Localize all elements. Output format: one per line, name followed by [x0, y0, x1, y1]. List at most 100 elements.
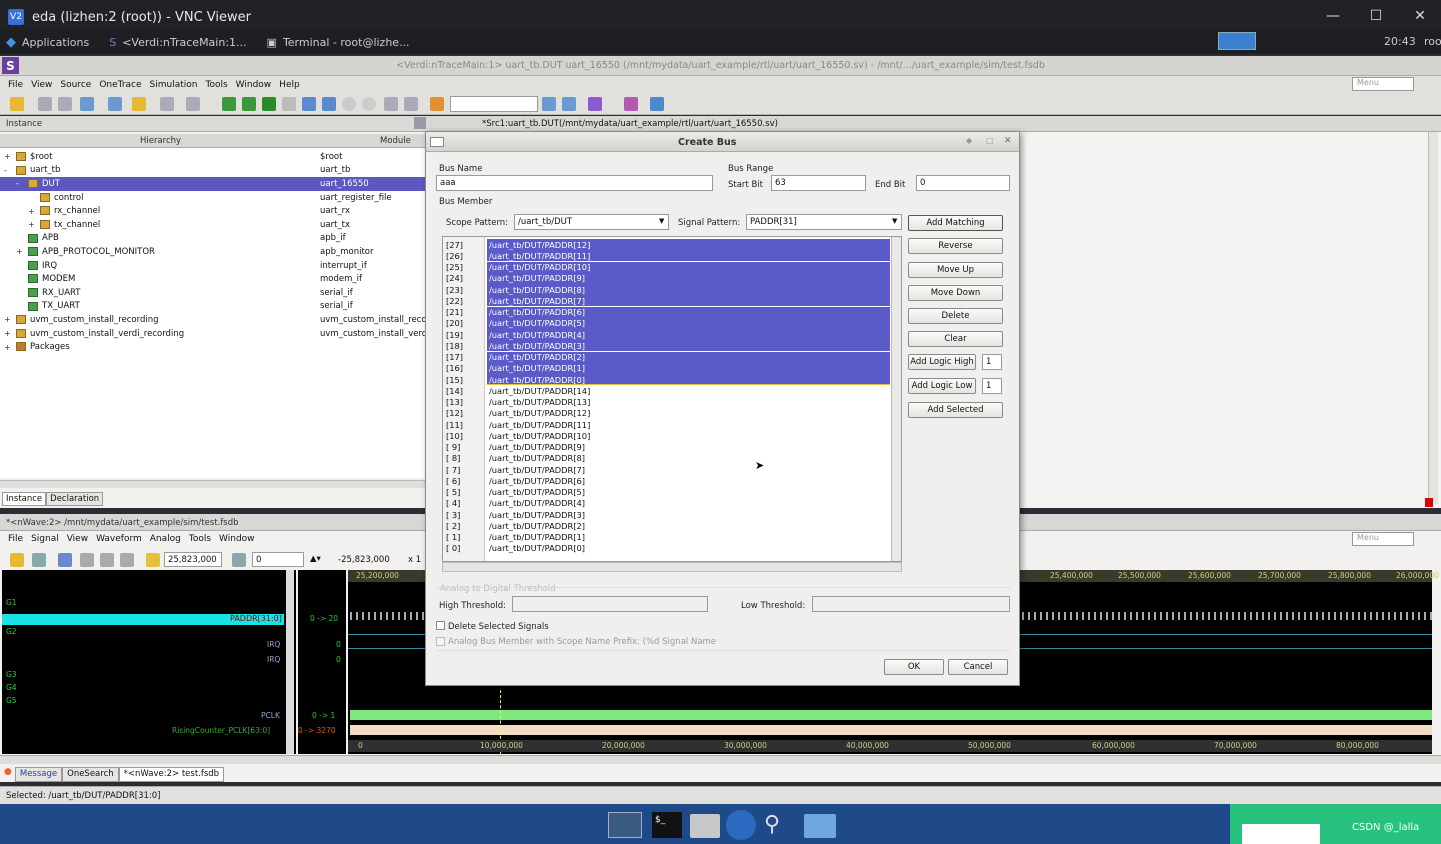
tab-nwave[interactable]: *<nWave:2> test.fsdb — [118, 767, 225, 782]
menu-file[interactable]: File — [8, 80, 23, 90]
cursor-icon[interactable] — [146, 553, 160, 567]
signal-irq-1[interactable]: IRQ — [267, 640, 280, 649]
menu-search-box[interactable]: Menu — [1352, 77, 1414, 91]
nwave-reload-icon[interactable] — [32, 553, 46, 567]
dialog-maximize-icon[interactable]: □ — [986, 136, 994, 145]
group-g4[interactable]: G4 — [6, 683, 17, 692]
search-icon[interactable] — [542, 97, 556, 111]
logic-high-count[interactable]: 1 — [982, 354, 1002, 370]
driver-icon[interactable] — [222, 97, 236, 111]
dialog-help-icon[interactable]: ◆ — [966, 136, 972, 145]
nwave-copy-icon[interactable] — [100, 553, 114, 567]
member-signal[interactable]: /uart_tb/DUT/PADDR[6] — [487, 475, 890, 486]
folder-icon[interactable] — [132, 97, 146, 111]
source-icon[interactable] — [58, 97, 72, 111]
schematic-icon[interactable] — [404, 97, 418, 111]
menu-tools[interactable]: Tools — [206, 80, 228, 90]
tree-row[interactable]: MODEM modem_if — [0, 272, 425, 286]
maximize-icon[interactable]: ☐ — [1361, 8, 1391, 24]
add-logic-high-button[interactable]: Add Logic High — [908, 354, 976, 370]
expand-toggle-icon[interactable]: + — [28, 220, 35, 229]
member-vscrollbar[interactable] — [891, 237, 901, 561]
tree-row[interactable]: + rx_channel uart_rx — [0, 204, 425, 218]
scope-dropdown-icon[interactable]: ▼ — [659, 217, 664, 225]
hierarchy-icon[interactable] — [38, 97, 52, 111]
signal-pclk[interactable]: PCLK — [261, 711, 280, 720]
group-g2[interactable]: G2 — [6, 627, 17, 636]
col-hierarchy[interactable]: Hierarchy — [140, 136, 181, 146]
expand-toggle-icon[interactable]: + — [4, 315, 11, 324]
signal-name-panel[interactable]: PADDR[31:0] G1 G2 IRQ IRQ G3 G4 G5 PCLK … — [2, 570, 296, 754]
next-icon[interactable] — [322, 97, 336, 111]
member-signal[interactable]: /uart_tb/DUT/PADDR[4] — [487, 329, 890, 341]
group-g3[interactable]: G3 — [6, 670, 17, 679]
tab-instance[interactable]: Instance — [2, 492, 47, 506]
end-bit-input[interactable]: 0 — [916, 175, 1010, 191]
tree-row[interactable]: - DUT uart_16550 — [0, 177, 425, 191]
signal-irq-2[interactable]: IRQ — [267, 655, 280, 664]
group-g5[interactable]: G5 — [6, 696, 17, 705]
instance-hscrollbar[interactable] — [0, 480, 425, 488]
sync-icon[interactable] — [650, 97, 664, 111]
add-logic-low-button[interactable]: Add Logic Low — [908, 378, 976, 394]
back-arrow-icon[interactable] — [262, 97, 276, 111]
expand-toggle-icon[interactable]: + — [4, 343, 11, 352]
close-icon[interactable]: ✕ — [1405, 8, 1435, 24]
member-signal[interactable]: /uart_tb/DUT/PADDR[2] — [487, 351, 890, 363]
clear-button[interactable]: Clear — [908, 331, 1003, 347]
prev-icon[interactable] — [302, 97, 316, 111]
member-signal[interactable]: /uart_tb/DUT/PADDR[12] — [487, 239, 890, 251]
menu-simulation[interactable]: Simulation — [150, 80, 198, 90]
move-up-button[interactable]: Move Up — [908, 262, 1003, 278]
up-icon[interactable] — [342, 97, 356, 111]
menu-onetrace[interactable]: OneTrace — [99, 80, 141, 90]
logic-low-count[interactable]: 1 — [982, 378, 1002, 394]
member-signal[interactable]: /uart_tb/DUT/PADDR[13] — [487, 397, 890, 408]
user-name[interactable]: root — [1424, 35, 1441, 48]
menu-window[interactable]: Window — [236, 80, 272, 90]
dialog-close-icon[interactable]: ✕ — [1004, 136, 1012, 146]
tree-row[interactable]: + uvm_custom_install_verdi_recording uvm_c… — [0, 327, 427, 341]
load-icon[interactable] — [242, 97, 256, 111]
reverse-button[interactable]: Reverse — [908, 238, 1003, 254]
search-next-icon[interactable] — [562, 97, 576, 111]
tree-row[interactable]: + Packages — [0, 340, 425, 354]
delta-icon[interactable] — [232, 553, 246, 567]
member-signal[interactable]: /uart_tb/DUT/PADDR[9] — [487, 272, 890, 284]
cut-icon[interactable] — [80, 553, 94, 567]
tree-row[interactable]: TX_UART serial_if — [0, 300, 425, 314]
member-signal[interactable]: /uart_tb/DUT/PADDR[1] — [487, 532, 890, 543]
expand-toggle-icon[interactable]: - — [4, 166, 7, 175]
pin-icon[interactable] — [414, 117, 426, 129]
nwave-menu-view[interactable]: View — [67, 534, 88, 544]
member-signal[interactable]: /uart_tb/DUT/PADDR[9] — [487, 442, 890, 453]
col-module[interactable]: Module — [380, 136, 411, 146]
tab-message[interactable]: Message — [14, 767, 63, 782]
group-g1[interactable]: G1 — [6, 598, 17, 607]
dock-search-icon[interactable]: ⚲ — [764, 812, 792, 840]
search-combo[interactable] — [450, 96, 538, 112]
tab-onesearch[interactable]: OneSearch — [62, 767, 119, 782]
member-signal[interactable]: /uart_tb/DUT/PADDR[5] — [487, 487, 890, 498]
delete-selected-checkbox[interactable] — [436, 621, 445, 630]
find-icon[interactable] — [384, 97, 398, 111]
start-bit-input[interactable]: 63 — [771, 175, 866, 191]
tree-row[interactable]: + tx_channel uart_tx — [0, 218, 425, 232]
nwave-menu-search[interactable]: Menu — [1352, 532, 1414, 546]
analog-prefix-checkbox[interactable] — [436, 637, 445, 646]
pclk-waveform[interactable] — [350, 710, 1432, 720]
down-icon[interactable] — [362, 97, 376, 111]
instance-tree[interactable]: + $root $root - uart_tb uart_tb - DUT uart_16550… — [0, 148, 427, 478]
delete-button[interactable]: Delete — [908, 308, 1003, 324]
member-signal[interactable]: /uart_tb/DUT/PADDR[11] — [487, 250, 890, 262]
member-signal[interactable]: /uart_tb/DUT/PADDR[11] — [487, 419, 890, 430]
cursor-time-field[interactable]: 25,823,000 — [164, 552, 222, 567]
expand-toggle-icon[interactable]: - — [16, 179, 19, 188]
open-icon[interactable] — [10, 97, 24, 111]
dock-folder-icon[interactable] — [804, 814, 836, 838]
member-signal[interactable]: /uart_tb/DUT/PADDR[3] — [487, 340, 890, 352]
member-signal[interactable]: /uart_tb/DUT/PADDR[12] — [487, 408, 890, 419]
tree-row[interactable]: APB apb_if — [0, 232, 425, 246]
scope-pattern-combo[interactable]: /uart_tb/DUT — [514, 214, 669, 230]
nwave-menu-tools[interactable]: Tools — [189, 534, 211, 544]
